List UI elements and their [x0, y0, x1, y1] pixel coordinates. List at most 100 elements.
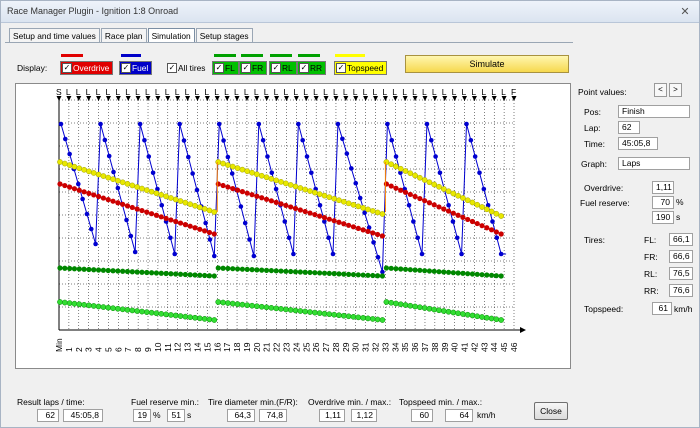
overdrive-point: [230, 185, 236, 192]
tire-rear-point: [379, 273, 386, 279]
simulation-chart-frame: SLLLLLLLLLLLLLLLLLLLLLLLLLLLLLLLLLLLLLLL…: [15, 83, 571, 369]
fuel-point: [172, 251, 178, 257]
overdrive-point: [120, 201, 126, 207]
simulate-button[interactable]: Simulate: [405, 55, 569, 73]
overdrive-point: [110, 198, 116, 204]
tire-front-point: [421, 305, 428, 311]
tire-rear-point: [91, 267, 97, 273]
tire-front-point: [464, 311, 471, 318]
topspeed-point: [365, 206, 371, 213]
fuel-point: [265, 154, 270, 159]
tire-rear-point: [244, 266, 250, 273]
fuel-point: [296, 121, 301, 127]
lap-marker-label: L: [333, 87, 338, 97]
overdrive-point: [67, 184, 73, 190]
fuel-reserve-min-pct: 19: [133, 409, 151, 422]
tire-rear-point: [110, 268, 116, 274]
topspeed-point: [331, 195, 338, 202]
tire-diameter-front: 64,3: [227, 409, 255, 422]
graph-value: Laps: [618, 157, 690, 170]
tire-rear-point: [173, 271, 179, 277]
topspeed-point: [263, 174, 270, 181]
topspeed-point: [215, 159, 222, 165]
topspeed-point: [326, 194, 333, 201]
topspeed-point: [440, 186, 447, 192]
tire-rear-point: [182, 271, 188, 278]
fr-checkbox[interactable]: ✓ FR: [239, 61, 268, 75]
overdrive-point: [234, 187, 241, 193]
prev-point-button[interactable]: <: [654, 83, 667, 97]
tire-front-point: [263, 304, 270, 311]
fuel-point: [494, 235, 500, 241]
tire-front-point: [445, 308, 452, 315]
tire-front-point: [268, 304, 275, 311]
tab-race-plan[interactable]: Race plan: [100, 28, 147, 43]
close-button[interactable]: Close: [534, 402, 568, 420]
tire-front-point: [139, 308, 145, 315]
fuel-refuel-line: [332, 123, 339, 255]
fuel-point: [472, 154, 478, 159]
window-close-icon[interactable]: ✕: [677, 4, 693, 19]
tire-front-point: [436, 307, 442, 314]
fl-checkbox[interactable]: ✓ FL: [212, 61, 239, 75]
tab-simulation[interactable]: Simulation: [147, 28, 195, 43]
tire-rear-point: [129, 269, 135, 275]
rl-checkbox[interactable]: ✓ RL: [269, 61, 297, 75]
fuel-point: [459, 251, 464, 257]
tire-front-point: [369, 316, 376, 322]
next-point-button[interactable]: >: [669, 83, 682, 97]
tire-front-point: [66, 300, 73, 306]
lap-marker-label: L: [491, 87, 496, 97]
tire-front-point: [450, 309, 457, 316]
topspeed-checkbox[interactable]: ✓ Topspeed: [334, 61, 388, 75]
overdrive-point: [441, 206, 447, 212]
fuel-point: [344, 151, 350, 156]
overdrive-checkbox[interactable]: ✓ Overdrive: [60, 61, 114, 75]
fuel-point: [415, 235, 420, 241]
x-tick-label: 23: [282, 342, 292, 352]
overdrive-point: [302, 208, 308, 215]
fuel-checkbox[interactable]: ✓ Fuel: [119, 61, 153, 75]
fl-check-icon: ✓: [214, 63, 224, 73]
topspeed-point: [483, 206, 490, 213]
topspeed-point: [211, 209, 218, 215]
topspeed-point: [421, 177, 428, 183]
fuel-point: [124, 217, 129, 223]
x-tick-label: 18: [232, 342, 242, 352]
lap-marker-label: L: [313, 87, 318, 97]
overdrive-point: [177, 220, 184, 226]
tire-rear-point: [498, 273, 504, 279]
fuel-check-icon: ✓: [121, 63, 131, 73]
tire-rear-point: [460, 270, 466, 276]
x-tick-label: 40: [450, 342, 460, 352]
topspeed-point: [417, 174, 423, 181]
tab-setup-and-time-values[interactable]: Setup and time values: [9, 28, 100, 43]
lap-marker: [155, 96, 161, 101]
rr-checkbox[interactable]: ✓ RR: [297, 61, 327, 75]
fuel-point: [450, 219, 456, 224]
overdrive-point: [422, 198, 428, 204]
overdrive-point: [182, 222, 188, 228]
point-values-header: Point values:: [578, 87, 627, 97]
overdrive-point: [81, 189, 87, 195]
tab-setup-stages[interactable]: Setup stages: [195, 28, 253, 43]
tab-bar: Setup and time values Race plan Simulati…: [9, 28, 254, 43]
tire-front-point: [297, 308, 304, 314]
fuel-point: [428, 137, 434, 143]
lap-label: Lap:: [584, 123, 601, 133]
tire-front-point: [225, 300, 231, 306]
topspeed-point: [249, 169, 255, 176]
overdrive-point: [57, 181, 63, 187]
tire-front-point: [192, 314, 198, 321]
pos-label: Pos:: [584, 107, 602, 117]
tire-rear-point: [288, 268, 294, 275]
tire-rear-point: [163, 270, 169, 277]
lap-marker-label: L: [185, 87, 190, 97]
overdrive-point: [105, 197, 111, 203]
overdrive-point: [460, 214, 466, 220]
topspeed-point: [316, 191, 323, 197]
topspeed-unit: km/h: [674, 304, 693, 314]
fr-check-icon: ✓: [241, 63, 251, 73]
all-tires-checkbox[interactable]: ✓ All tires: [165, 61, 209, 75]
tire-front-point: [307, 309, 313, 315]
